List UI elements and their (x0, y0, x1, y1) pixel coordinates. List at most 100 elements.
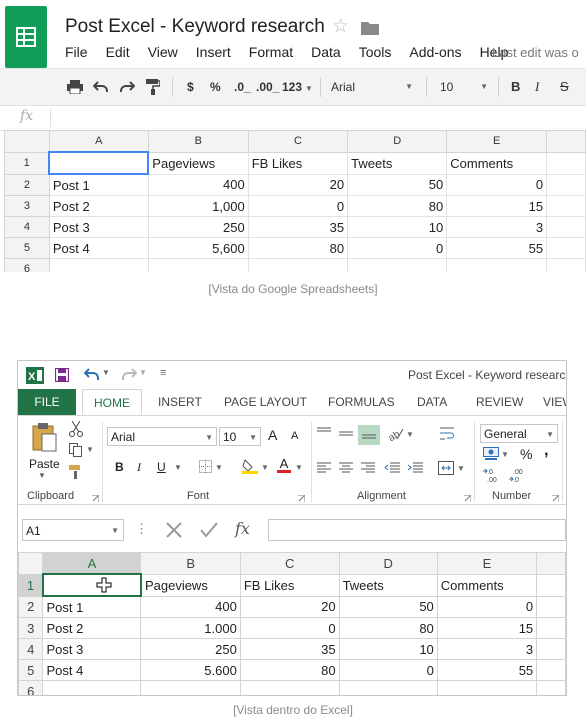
cell[interactable] (436, 680, 538, 695)
chevron-down-icon[interactable]: ▼ (457, 464, 465, 473)
menu-format[interactable]: Format (249, 44, 293, 60)
redo-icon[interactable] (121, 368, 137, 381)
row-header[interactable]: 5 (18, 659, 44, 681)
format-painter-icon[interactable] (69, 465, 83, 479)
font-color-button[interactable]: A (277, 457, 291, 473)
font-family-select[interactable]: Arial ▼ (331, 69, 415, 105)
menu-data[interactable]: Data (311, 44, 341, 60)
align-center-icon[interactable] (339, 462, 353, 474)
tab-insert[interactable]: INSERT (158, 389, 202, 415)
cell[interactable] (536, 595, 566, 618)
undo-icon[interactable] (84, 368, 100, 381)
cell[interactable]: FB Likes (239, 573, 340, 597)
tab-page-layout[interactable]: PAGE LAYOUT (224, 389, 307, 415)
chevron-down-icon[interactable]: ▼ (86, 445, 94, 454)
borders-icon[interactable] (199, 460, 212, 473)
row-header[interactable]: 4 (18, 638, 44, 660)
cell-a1[interactable] (41, 573, 142, 597)
cell-a1[interactable] (48, 151, 150, 175)
tab-review[interactable]: REVIEW (476, 389, 523, 415)
decrease-indent-icon[interactable] (384, 462, 400, 474)
accounting-format-icon[interactable] (483, 447, 499, 460)
row-header[interactable]: 1 (4, 151, 50, 175)
chevron-down-icon[interactable]: ▼ (215, 463, 223, 472)
increase-indent-icon[interactable] (407, 462, 423, 474)
menu-file[interactable]: File (65, 44, 88, 60)
select-all-corner[interactable] (18, 552, 44, 575)
cell[interactable]: Post 1 (42, 595, 142, 618)
cell[interactable]: 20 (247, 173, 349, 196)
underline-button[interactable]: U (157, 460, 166, 474)
star-icon[interactable]: ☆ (332, 15, 349, 38)
column-header[interactable] (536, 552, 566, 575)
sheets-logo-icon[interactable] (5, 6, 47, 68)
row-header[interactable]: 5 (4, 237, 50, 259)
cell[interactable]: 35 (247, 216, 349, 238)
number-format-combo[interactable]: General ▼ (480, 424, 558, 443)
cell[interactable]: 1,000 (147, 195, 249, 217)
cell[interactable]: Comments (436, 573, 538, 597)
column-header[interactable]: A (48, 130, 149, 153)
row-header[interactable]: 1 (18, 573, 44, 597)
cancel-icon[interactable] (166, 522, 182, 538)
row-header[interactable]: 3 (18, 617, 44, 639)
cell[interactable]: Post 1 (48, 173, 149, 196)
italic-button[interactable]: I (137, 460, 141, 475)
save-icon[interactable] (55, 368, 69, 382)
cell[interactable] (546, 173, 586, 196)
cell[interactable]: 400 (147, 173, 249, 196)
wrap-text-icon[interactable] (440, 426, 454, 442)
cell[interactable] (247, 258, 349, 272)
cell[interactable] (42, 680, 142, 695)
cell[interactable]: 5.600 (140, 659, 241, 681)
cell[interactable]: Tweets (347, 151, 448, 175)
column-header[interactable]: B (140, 552, 241, 575)
increase-decimal-icon[interactable]: .0.00 (483, 467, 503, 483)
more-options-icon[interactable]: ⋮ (135, 521, 148, 537)
cell[interactable]: Post 4 (48, 237, 149, 259)
excel-logo-icon[interactable]: X (26, 367, 44, 384)
cell[interactable] (239, 680, 340, 695)
cell[interactable]: Post 2 (42, 617, 142, 639)
cell[interactable]: 3 (436, 638, 538, 660)
select-all-corner[interactable] (4, 130, 50, 153)
row-header[interactable]: 2 (18, 595, 44, 618)
menu-addons[interactable]: Add-ons (409, 44, 461, 60)
cell[interactable] (536, 638, 566, 660)
row-header[interactable]: 2 (4, 173, 50, 196)
row-header[interactable]: 3 (4, 195, 50, 217)
cell[interactable]: Post 2 (48, 195, 149, 217)
name-box[interactable]: A1 ▼ (22, 519, 124, 541)
cell[interactable]: 250 (147, 216, 249, 238)
column-header[interactable]: E (436, 552, 538, 575)
orientation-icon[interactable]: ab (388, 427, 404, 441)
font-size-combo[interactable]: 10 ▼ (219, 427, 261, 446)
cell[interactable]: Post 4 (42, 659, 142, 681)
tab-view[interactable]: VIEW (543, 389, 566, 415)
chevron-down-icon[interactable]: ▼ (501, 450, 509, 459)
cell[interactable]: FB Likes (247, 151, 349, 175)
increase-font-size-button[interactable]: A (268, 427, 277, 443)
decrease-decimal-button[interactable]: .0_ (234, 69, 251, 105)
cell[interactable]: 10 (338, 638, 438, 660)
chevron-down-icon[interactable]: ▼ (406, 430, 414, 439)
fill-color-icon[interactable] (242, 458, 258, 474)
comma-style-button[interactable]: , (544, 442, 548, 460)
paint-format-icon[interactable] (146, 79, 160, 95)
cell[interactable]: 80 (338, 617, 438, 639)
cell[interactable] (546, 195, 586, 217)
cell[interactable]: Comments (446, 151, 548, 175)
folder-icon[interactable] (361, 21, 379, 35)
cell[interactable]: 3 (446, 216, 548, 238)
increase-decimal-button[interactable]: .00_ (256, 69, 279, 105)
cell[interactable]: 80 (347, 195, 448, 217)
bold-button[interactable]: B (115, 460, 124, 474)
chevron-down-icon[interactable]: ▼ (102, 368, 110, 377)
cut-icon[interactable] (69, 421, 83, 437)
dialog-launcher-icon[interactable] (298, 495, 305, 502)
chevron-down-icon[interactable]: ▼ (174, 463, 182, 472)
paste-button[interactable]: Paste (29, 457, 60, 471)
cell[interactable]: 400 (140, 595, 241, 618)
align-top-icon[interactable] (317, 427, 331, 437)
cell[interactable]: 0 (247, 195, 349, 217)
